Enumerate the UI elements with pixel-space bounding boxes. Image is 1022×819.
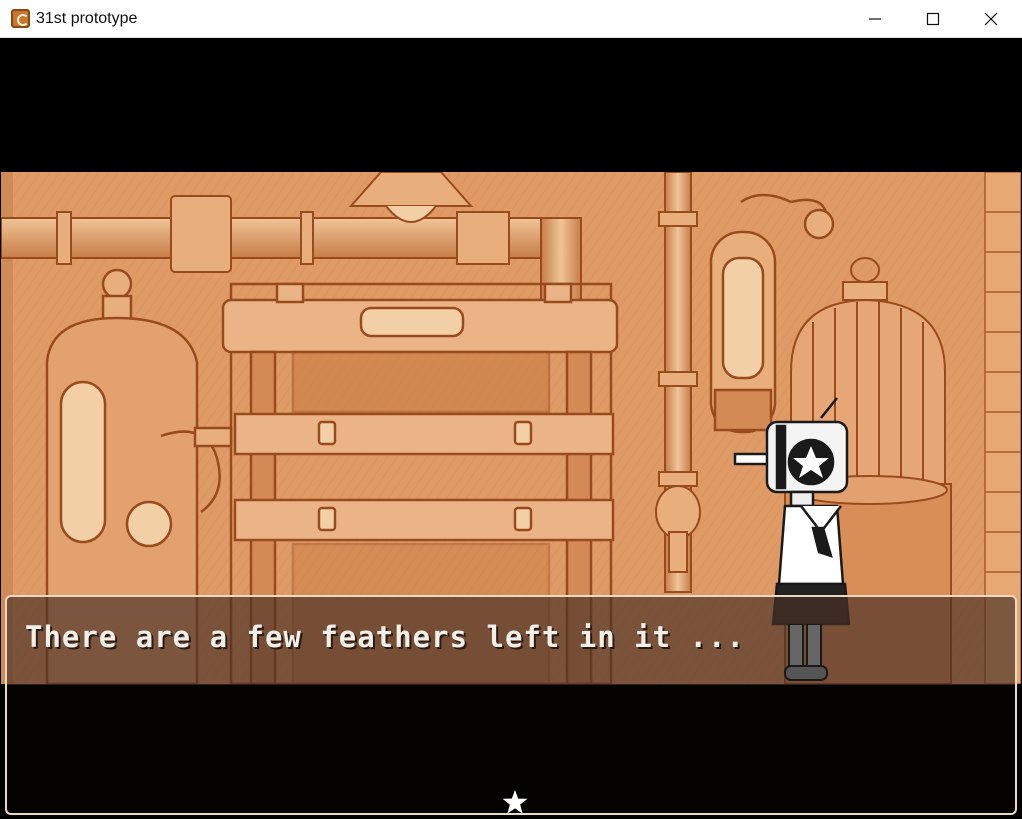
star-icon — [502, 790, 528, 813]
minimize-icon — [869, 18, 881, 20]
close-icon — [984, 12, 998, 26]
app-icon — [11, 9, 30, 28]
game-viewport[interactable]: There are a few feathers left in it ... — [1, 38, 1021, 818]
character-legs — [784, 624, 828, 681]
maximize-icon — [926, 12, 940, 26]
minimize-button[interactable] — [846, 0, 904, 38]
message-window[interactable]: There are a few feathers left in it ... — [5, 595, 1017, 815]
window-title: 31st prototype — [36, 10, 138, 27]
close-button[interactable] — [962, 0, 1020, 38]
dialog-text: There are a few feathers left in it ... — [25, 620, 745, 654]
maximize-button[interactable] — [904, 0, 962, 38]
window-titlebar: 31st prototype — [0, 0, 1022, 38]
